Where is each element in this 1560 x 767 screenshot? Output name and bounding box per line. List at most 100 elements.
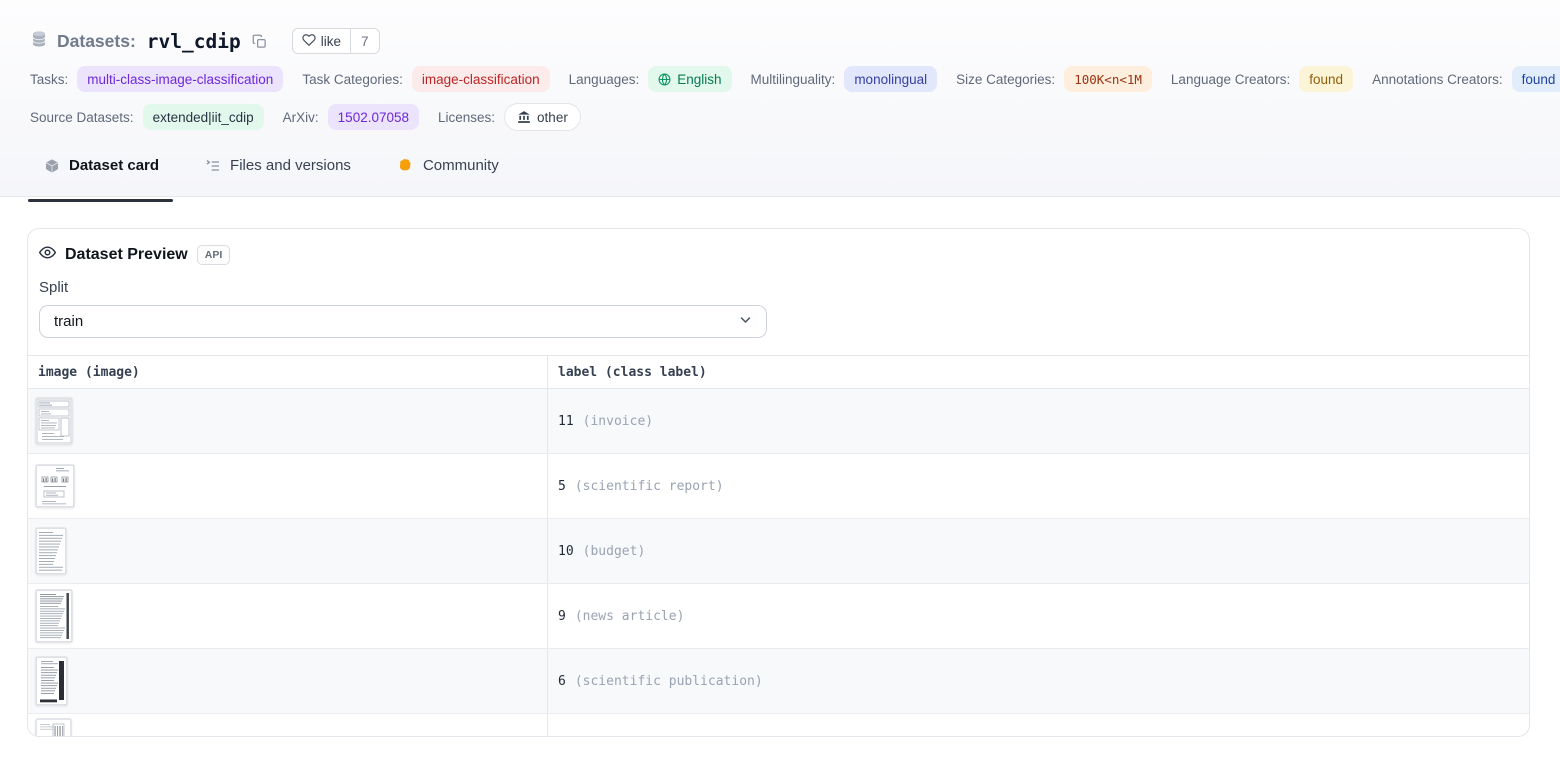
tag-value: English: [677, 72, 721, 87]
like-label: like: [321, 34, 341, 49]
tag-group-label: Task Categories:: [302, 72, 403, 87]
tag-value: found: [1309, 72, 1343, 87]
table-header-row: image (image) label (class label): [28, 356, 1529, 389]
class-label-name: (invoice): [583, 414, 653, 429]
label-cell: 10(budget): [547, 519, 1529, 583]
tag-found[interactable]: found: [1512, 66, 1560, 92]
main-content: Dataset Preview API Split train image (i…: [0, 228, 1560, 737]
tag-group-size-categories: Size Categories: 100K<n<1M: [956, 66, 1152, 92]
tab-dataset-card[interactable]: Dataset card: [40, 130, 163, 201]
table-row: [28, 714, 1529, 737]
column-header-label: label (class label): [547, 356, 1529, 388]
document-thumbnail: [36, 398, 72, 444]
tab-community[interactable]: Community: [393, 130, 503, 201]
image-cell: [28, 584, 547, 648]
box-icon: [44, 158, 60, 174]
document-thumbnail: [36, 465, 74, 507]
breadcrumb[interactable]: Datasets:: [57, 31, 136, 52]
preview-table: image (image) label (class label) 11 (inv…: [28, 355, 1529, 737]
document-thumbnail: [36, 719, 71, 737]
split-select[interactable]: train: [39, 305, 767, 338]
dataset-title: rvl_cdip: [147, 30, 241, 53]
heart-icon: [302, 33, 316, 50]
tag-extended-iit-cdip[interactable]: extended|iit_cdip: [143, 104, 264, 130]
label-cell: 11 (invoice): [547, 389, 1529, 453]
class-label-name: (budget): [583, 544, 646, 559]
tag-group-label: ArXiv:: [283, 110, 319, 125]
class-label-name: (scientific publication): [575, 674, 763, 689]
tag-group-multilinguality: Multilinguality: monolingual: [751, 66, 938, 92]
class-label-id: 11: [558, 414, 574, 429]
tab-files-and-versions[interactable]: Files and versions: [201, 130, 355, 201]
split-label: Split: [39, 279, 1517, 296]
tag-value: other: [537, 110, 568, 125]
image-cell: [28, 454, 547, 518]
tag-found[interactable]: found: [1299, 66, 1353, 92]
tag-value: 1502.07058: [338, 110, 409, 125]
tag-group-language-creators: Language Creators: found: [1171, 66, 1353, 92]
tag-row-2: Source Datasets:extended|iit_cdip ArXiv: 1…: [30, 104, 1530, 130]
table-row: 5 (scientific report): [28, 454, 1529, 519]
class-label-name: (news article): [575, 609, 685, 624]
image-cell: [28, 389, 547, 453]
tag-english[interactable]: English: [648, 66, 731, 92]
tag-group-label: Tasks:: [30, 72, 68, 87]
class-label-id: 5: [558, 479, 566, 494]
tag-value: 100K<n<1M: [1074, 72, 1142, 87]
database-icon: [30, 30, 48, 53]
bank-icon: [517, 110, 531, 124]
tag-row-1: Tasks: multi-class-image-classification Ta…: [30, 66, 1530, 92]
tag-group-task-categories: Task Categories: image-classification: [302, 66, 549, 92]
api-badge[interactable]: API: [197, 245, 231, 265]
tag-value: found: [1522, 72, 1556, 87]
tag-other[interactable]: other: [504, 103, 581, 131]
tag-group-annotations-creators: Annotations Creators: found: [1372, 66, 1560, 92]
tag-value: image-classification: [422, 72, 540, 87]
title-row: Datasets: rvl_cdip like 7: [30, 28, 1530, 54]
tag-image-classification[interactable]: image-classification: [412, 66, 550, 92]
tag-group-source-datasets: Source Datasets:extended|iit_cdip: [30, 104, 264, 130]
label-cell: [547, 714, 1529, 737]
class-label-name: (scientific report): [575, 479, 724, 494]
image-cell: [28, 649, 547, 713]
tag-group-label: Language Creators:: [1171, 72, 1290, 87]
dataset-preview-card: Dataset Preview API Split train image (i…: [27, 228, 1530, 737]
table-body: 11 (invoice) 5 (scientific report) 10(budget…: [28, 389, 1529, 737]
column-header-image: image (image): [28, 356, 547, 388]
tab-label: Community: [423, 157, 499, 174]
globe-icon: [658, 73, 671, 86]
tag-group-languages: Languages: English: [569, 66, 732, 92]
tag-100k-n-1m[interactable]: 100K<n<1M: [1064, 66, 1152, 92]
tag-group-label: Annotations Creators:: [1372, 72, 1503, 87]
table-row: 9 (news article): [28, 584, 1529, 649]
table-row: 10(budget): [28, 519, 1529, 584]
tag-multi-class-image-classification[interactable]: multi-class-image-classification: [77, 66, 283, 92]
label-cell: 5 (scientific report): [547, 454, 1529, 518]
document-thumbnail: [36, 657, 67, 705]
like-button[interactable]: like 7: [292, 28, 380, 54]
tag-monolingual[interactable]: monolingual: [844, 66, 937, 92]
tag-group-label: Size Categories:: [956, 72, 1055, 87]
chevron-down-icon: [738, 312, 753, 331]
image-cell: [28, 519, 547, 583]
tab-label: Dataset card: [69, 157, 159, 174]
copy-icon[interactable]: [250, 32, 269, 51]
preview-title: Dataset Preview: [65, 246, 188, 264]
like-count[interactable]: 7: [350, 29, 379, 53]
tag-value: monolingual: [854, 72, 927, 87]
tag-group-arxiv: ArXiv: 1502.07058: [283, 104, 419, 130]
split-select-value: train: [54, 313, 83, 330]
tag-1502-07058[interactable]: 1502.07058: [328, 104, 419, 130]
list-tree-icon: [205, 158, 221, 174]
card-header: Dataset Preview API: [39, 244, 1517, 266]
tab-label: Files and versions: [230, 157, 351, 174]
tag-value: extended|iit_cdip: [153, 110, 254, 125]
tag-group-label: Licenses:: [438, 110, 495, 125]
tag-group-label: Multilinguality:: [751, 72, 836, 87]
tab-bar: Dataset card Files and versions Community: [30, 130, 1530, 201]
label-cell: 9 (news article): [547, 584, 1529, 648]
image-cell: [28, 714, 547, 737]
tag-group-label: Languages:: [569, 72, 640, 87]
document-thumbnail: [36, 590, 72, 642]
class-label-id: 9: [558, 609, 566, 624]
